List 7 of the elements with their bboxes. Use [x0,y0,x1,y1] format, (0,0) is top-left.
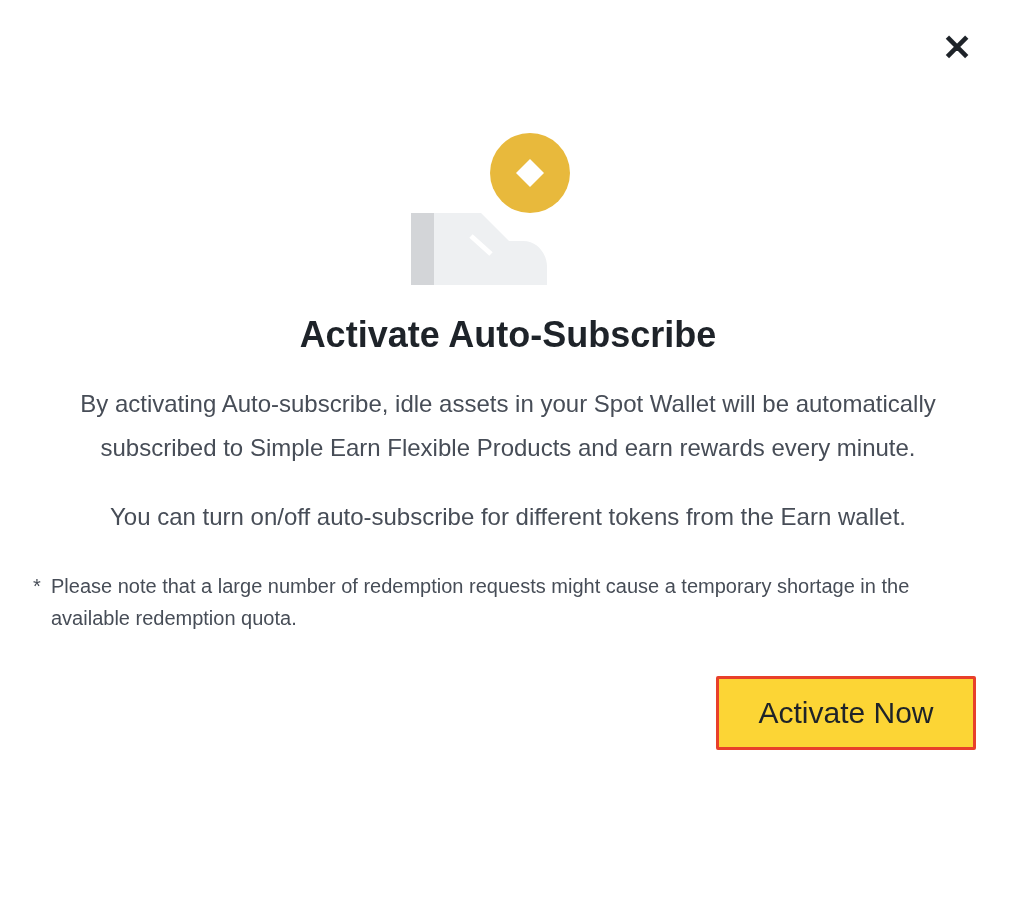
activate-button[interactable]: Activate Now [716,676,976,750]
description-text: By activating Auto-subscribe, idle assets in your Spot Wallet will be automatically subscribed to Simple Earn Flexible Products and earn rewards every minute. [79,389,937,463]
footnote-marker: * [32,574,42,599]
footnote-text: Please note that a large number of redemption requests might cause a temporary shortage in the available redemption quota. [51,574,911,631]
dialog-title: Activate Auto-Subscribe [299,314,717,356]
close-button[interactable]: ✕ [942,24,986,72]
description-text: You can turn on/off auto-subscribe for different tokens from the Earn wallet. [109,502,907,532]
